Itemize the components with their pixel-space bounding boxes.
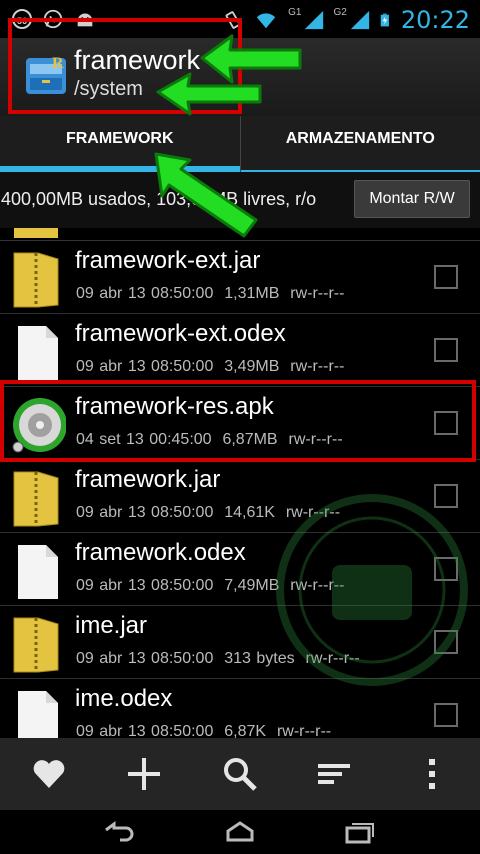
tab-armazenamento[interactable]: ARMAZENAMENTO: [239, 116, 480, 172]
file-date: 09 abr 13 08:50:00: [76, 358, 214, 375]
file-row[interactable]: framework-ext.odex 09 abr 13 08:50:00 3,…: [0, 314, 480, 387]
add-plus-icon[interactable]: [126, 756, 162, 792]
file-date: 09 abr 13 08:50:00: [76, 723, 214, 738]
clock: 20:22: [400, 6, 470, 34]
file-date: 09 abr 13 08:50:00: [76, 650, 214, 667]
document-icon: [18, 545, 58, 599]
battery-charging-icon: [380, 13, 389, 27]
tab-armazenamento-label: ARMAZENAMENTO: [285, 130, 435, 147]
file-date: 09 abr 13 08:50:00: [76, 504, 214, 521]
file-meta: 09 abr 13 08:50:00 6,87K rw-r--r--: [76, 723, 331, 738]
mount-rw-button[interactable]: Montar R/W: [354, 180, 470, 218]
tab-bar: FRAMEWORK ARMAZENAMENTO: [0, 116, 480, 172]
storage-usage-text: 400,00MB usados, 103,00MB livres, r/o: [1, 189, 317, 209]
file-name: framework-ext.odex: [75, 320, 286, 347]
file-row[interactable]: framework-ext.jar 09 abr 13 08:50:00 1,3…: [0, 241, 480, 314]
file-size: 1,31MB: [224, 285, 280, 302]
overflow-menu-icon[interactable]: [414, 756, 450, 792]
file-perms: rw-r--r--: [290, 358, 345, 375]
document-icon: [18, 691, 58, 738]
file-meta: 09 abr 13 08:50:00 3,49MB rw-r--r--: [76, 358, 344, 376]
select-checkbox[interactable]: [434, 338, 458, 362]
home-icon[interactable]: [224, 820, 256, 844]
zip-archive-icon: [13, 252, 59, 308]
zip-archive-icon: [14, 228, 58, 238]
zip-archive-icon: [13, 617, 59, 673]
signal-sim1-icon: [305, 10, 324, 30]
tab-framework-label: FRAMEWORK: [65, 130, 174, 147]
file-name: ime.jar: [75, 612, 148, 639]
bottom-toolbar: [0, 738, 480, 810]
file-size: 3,49MB: [224, 358, 280, 375]
file-date: 09 abr 13 08:50:00: [76, 285, 214, 302]
select-checkbox[interactable]: [434, 265, 458, 289]
signal-sim2-icon: [350, 10, 369, 30]
system-navigation-bar: [0, 810, 480, 854]
partial-list-item: [0, 228, 480, 241]
sim2-label: G2: [333, 6, 347, 18]
search-icon[interactable]: [222, 756, 258, 792]
recent-apps-icon[interactable]: [344, 820, 376, 844]
file-name: framework.jar: [75, 466, 221, 493]
file-size: 6,87K: [224, 723, 267, 738]
favorites-heart-icon[interactable]: [31, 756, 67, 792]
file-name: framework.odex: [75, 539, 246, 566]
file-name: framework-ext.jar: [75, 247, 261, 274]
file-perms: rw-r--r--: [276, 723, 332, 738]
file-name: ime.odex: [75, 685, 173, 712]
sim1-label: G1: [288, 6, 302, 18]
back-icon[interactable]: [104, 820, 136, 844]
watermark-stamp: [276, 494, 468, 686]
sort-icon[interactable]: [316, 756, 352, 792]
document-icon: [18, 326, 58, 380]
annotation-highlight-header: [8, 18, 242, 114]
annotation-highlight-row: [0, 380, 476, 462]
file-meta: 09 abr 13 08:50:00 1,31MB rw-r--r--: [76, 285, 344, 303]
tab-framework[interactable]: FRAMEWORK: [0, 116, 240, 172]
zip-archive-icon: [13, 471, 59, 527]
wifi-icon: [256, 13, 276, 29]
file-date: 09 abr 13 08:50:00: [76, 577, 214, 594]
file-perms: rw-r--r--: [290, 285, 345, 302]
